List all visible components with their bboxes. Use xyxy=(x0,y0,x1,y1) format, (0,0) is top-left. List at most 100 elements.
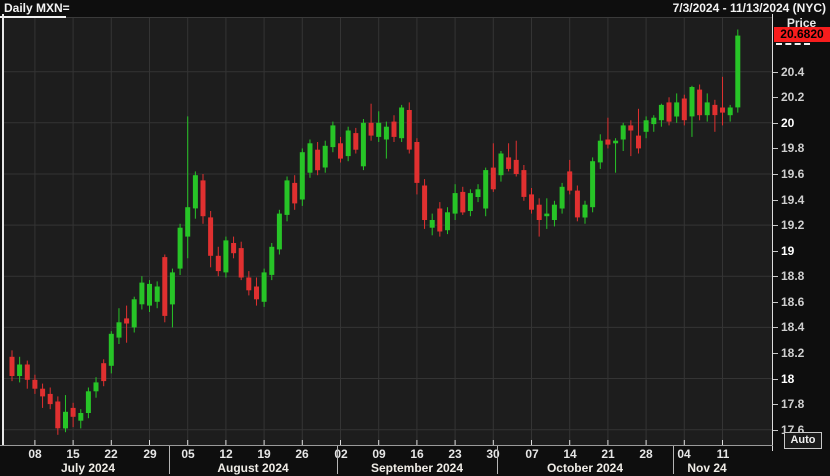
candle-body xyxy=(323,146,328,168)
price-tick-label: 20.2 xyxy=(781,91,804,103)
price-tick-mark xyxy=(773,97,778,98)
candle-body xyxy=(170,272,175,304)
price-tick-mark xyxy=(773,225,778,226)
candle-body xyxy=(162,257,167,316)
candle-body xyxy=(147,284,152,306)
date-tick-label: 28 xyxy=(639,447,652,461)
candle-body xyxy=(300,152,305,199)
date-tick-label: 23 xyxy=(448,447,461,461)
last-price-badge: 20.6820 xyxy=(774,27,830,42)
candle-body xyxy=(376,123,381,137)
candle-body xyxy=(63,412,68,429)
candle-body xyxy=(109,334,114,366)
candle-body xyxy=(32,380,37,389)
candle-body xyxy=(468,193,473,211)
date-tick-label: 19 xyxy=(257,447,270,461)
candle-body xyxy=(430,220,435,228)
price-tick-label: 18 xyxy=(781,373,794,385)
candle-body xyxy=(735,36,740,108)
candle-body xyxy=(499,154,504,176)
candle-body xyxy=(384,127,389,140)
candle-body xyxy=(48,394,53,404)
candle-body xyxy=(124,318,129,323)
candle-body xyxy=(231,243,236,253)
date-tick-label: 22 xyxy=(104,447,117,461)
price-tick-mark xyxy=(773,379,778,380)
candle-body xyxy=(223,240,228,272)
price-tick-label: 19.2 xyxy=(781,219,804,231)
candle-body xyxy=(552,205,557,220)
date-tick-label: 14 xyxy=(563,447,576,461)
price-tick-mark xyxy=(773,123,778,124)
candle-body xyxy=(246,278,251,291)
candle-body xyxy=(346,131,351,157)
candle-body xyxy=(659,105,664,120)
candle-body xyxy=(514,160,519,174)
price-tick-label: 18.8 xyxy=(781,270,804,282)
candle-body xyxy=(86,391,91,413)
month-separator xyxy=(337,446,338,474)
price-axis[interactable]: Price 20.6820 20.420.22019.819.619.419.2… xyxy=(773,0,830,476)
price-tick-mark xyxy=(773,174,778,175)
candle-body xyxy=(132,299,137,327)
candle-body xyxy=(453,193,458,214)
date-tick-label: 09 xyxy=(372,447,385,461)
candle-body xyxy=(117,322,122,337)
price-tick-mark xyxy=(773,353,778,354)
candle-body xyxy=(361,123,366,167)
candle-body xyxy=(269,247,274,275)
date-tick-label: 21 xyxy=(601,447,614,461)
month-separator xyxy=(497,446,498,474)
candle-body xyxy=(399,108,404,139)
price-tick-label: 18.4 xyxy=(781,321,804,333)
plot-area[interactable] xyxy=(4,18,772,445)
date-axis[interactable]: 08152229051219260209162330071421280411Ju… xyxy=(0,446,830,476)
date-tick-label: 08 xyxy=(28,447,41,461)
candle-body xyxy=(712,105,717,115)
date-tick-label: 29 xyxy=(143,447,156,461)
candle-body xyxy=(178,228,183,269)
candle-body xyxy=(392,122,397,137)
price-tick-label: 19 xyxy=(781,245,794,257)
date-tick-label: 04 xyxy=(677,447,690,461)
candle-body xyxy=(25,365,30,380)
month-label: July 2024 xyxy=(61,461,115,475)
price-tick-label: 19.8 xyxy=(781,142,804,154)
candle-body xyxy=(10,357,15,376)
candle-body xyxy=(101,363,106,381)
candle-body xyxy=(330,125,335,147)
price-tick-mark xyxy=(773,327,778,328)
candle-body xyxy=(285,180,290,215)
candle-body xyxy=(667,102,672,121)
candle-body xyxy=(40,389,45,397)
candle-body xyxy=(476,189,481,197)
candle-body xyxy=(690,87,695,116)
candle-body xyxy=(216,256,221,271)
month-label: October 2024 xyxy=(547,461,623,475)
candle-body xyxy=(208,217,213,255)
candle-body xyxy=(445,212,450,230)
price-tick-mark xyxy=(773,276,778,277)
date-tick-label: 05 xyxy=(181,447,194,461)
price-tick-mark xyxy=(773,148,778,149)
candle-body xyxy=(277,214,282,250)
candle-body xyxy=(155,287,160,302)
chart-window: Daily MXN= 7/3/2024 - 11/13/2024 (NYC) P… xyxy=(0,0,830,476)
date-tick-label: 07 xyxy=(525,447,538,461)
last-price-dash xyxy=(776,43,810,45)
candle-body xyxy=(139,283,144,305)
price-tick-label: 20.4 xyxy=(781,66,804,78)
candle-body xyxy=(369,123,374,136)
price-tick-mark xyxy=(773,200,778,201)
candle-body xyxy=(529,194,534,209)
candle-body xyxy=(185,207,190,236)
date-tick-label: 12 xyxy=(219,447,232,461)
date-tick-label: 15 xyxy=(66,447,79,461)
date-tick-label: 11 xyxy=(717,447,730,461)
candle-body xyxy=(575,191,580,218)
candle-body xyxy=(308,143,313,172)
price-tick-mark xyxy=(773,72,778,73)
price-tick-mark xyxy=(773,430,778,431)
candle-body xyxy=(422,186,427,221)
candle-body xyxy=(583,205,588,218)
